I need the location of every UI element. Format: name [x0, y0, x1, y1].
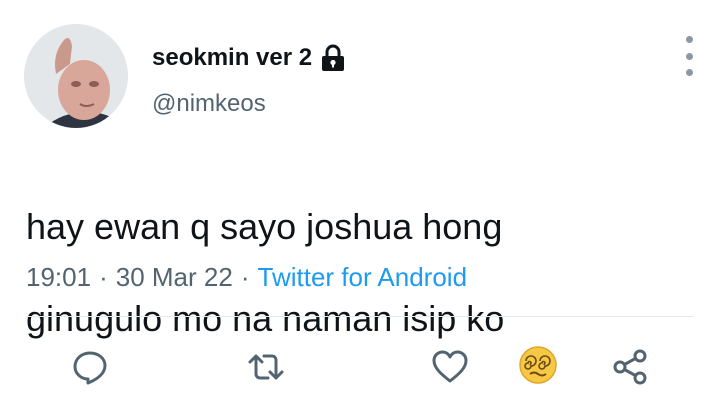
divider	[26, 316, 694, 317]
vertical-ellipsis-icon[interactable]	[678, 36, 700, 76]
reply-icon	[73, 351, 107, 385]
share-icon	[613, 349, 647, 385]
tweet-text-line-2: ginugulo mo na naman isip ko	[26, 298, 505, 339]
dizzy-face-emoji-icon	[518, 299, 558, 384]
retweet-icon	[248, 354, 284, 380]
reply-button[interactable]	[68, 345, 112, 389]
share-button[interactable]	[608, 345, 652, 389]
tweet-card: seokmin ver 2 @nimkeos hay ewan q sayo j…	[0, 0, 720, 414]
tweet-source-link[interactable]: Twitter for Android	[258, 262, 468, 292]
tweet-text-line-1: hay ewan q sayo joshua hong	[26, 206, 503, 247]
action-bar	[0, 345, 720, 389]
retweet-button[interactable]	[244, 345, 288, 389]
meta-separator: ·	[240, 262, 250, 292]
like-button[interactable]	[428, 345, 472, 389]
avatar-image	[24, 24, 128, 128]
display-name-row[interactable]: seokmin ver 2	[152, 44, 346, 72]
tweet-date[interactable]: 30 Mar 22	[116, 262, 233, 292]
lock-icon	[320, 44, 346, 72]
tweet-meta: 19:01 · 30 Mar 22 · Twitter for Android	[26, 262, 467, 292]
display-name[interactable]: seokmin ver 2	[152, 44, 312, 72]
avatar[interactable]	[24, 24, 128, 128]
tweet-text-line-2-row: ginugulo mo na naman isip ko	[26, 296, 686, 384]
tweet-time[interactable]: 19:01	[26, 262, 91, 292]
user-handle[interactable]: @nimkeos	[152, 90, 266, 118]
heart-icon	[432, 350, 468, 383]
meta-separator: ·	[99, 262, 108, 292]
